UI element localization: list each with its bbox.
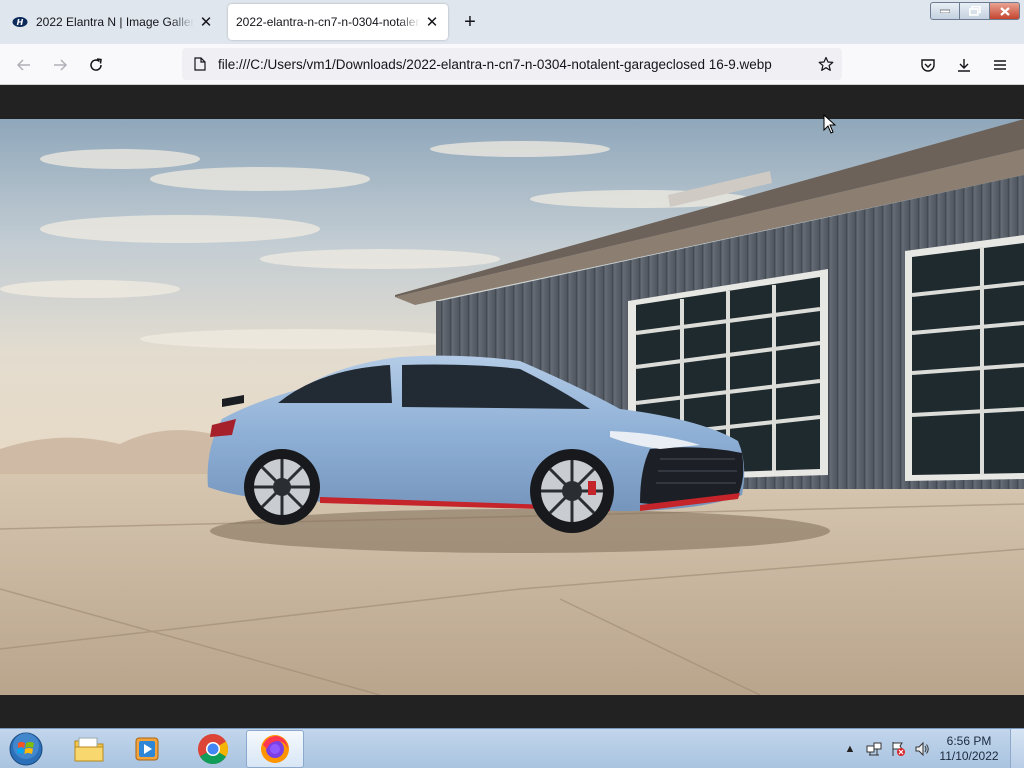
car-photo[interactable] (0, 119, 1024, 695)
tab-image-file[interactable]: 2022-elantra-n-cn7-n-0304-notalent-garag… (228, 4, 448, 40)
restore-button[interactable] (960, 2, 990, 20)
mouse-cursor-icon (823, 114, 837, 134)
tab-strip: H 2022 Elantra N | Image Gallery & Video… (0, 0, 1024, 44)
tab-title: 2022-elantra-n-cn7-n-0304-notalent-garag… (236, 15, 420, 29)
bookmark-star-icon[interactable] (816, 54, 836, 74)
taskbar-clock[interactable]: 6:56 PM 11/10/2022 (934, 734, 1004, 764)
firefox-icon[interactable] (246, 730, 304, 768)
tab-hyundai-gallery[interactable]: H 2022 Elantra N | Image Gallery & Video… (4, 4, 222, 40)
start-orb-icon[interactable] (6, 730, 46, 768)
navigation-toolbar: file:///C:/Users/vm1/Downloads/2022-elan… (0, 44, 1024, 85)
windows-taskbar: ▲ 6:56 PM 11/10/2022 (0, 728, 1024, 768)
volume-icon[interactable] (912, 739, 932, 759)
action-center-flag-icon[interactable] (888, 739, 908, 759)
tab-title: 2022 Elantra N | Image Gallery & Videos … (36, 15, 194, 29)
pocket-icon[interactable] (914, 52, 942, 78)
image-viewer (0, 85, 1024, 728)
forward-icon[interactable] (46, 52, 74, 78)
system-tray: ▲ 6:56 PM 11/10/2022 (838, 729, 1024, 768)
hyundai-logo-icon: H (12, 14, 28, 30)
reload-icon[interactable] (82, 52, 110, 78)
network-icon[interactable] (864, 739, 884, 759)
show-desktop-button[interactable] (1010, 729, 1024, 768)
clock-time: 6:56 PM (946, 733, 992, 748)
plus-icon[interactable]: + (458, 10, 482, 34)
show-hidden-icons-icon[interactable]: ▲ (840, 739, 860, 759)
close-tab-icon[interactable]: ✕ (424, 14, 440, 31)
svg-text:H: H (17, 18, 24, 27)
url-text[interactable]: file:///C:/Users/vm1/Downloads/2022-elan… (218, 57, 816, 72)
back-icon[interactable] (10, 52, 38, 78)
minimize-button[interactable] (930, 2, 960, 20)
menu-icon[interactable] (986, 52, 1014, 78)
clock-date: 11/10/2022 (939, 748, 999, 763)
chrome-icon[interactable] (184, 730, 242, 768)
close-tab-icon[interactable]: ✕ (198, 14, 214, 31)
address-bar[interactable]: file:///C:/Users/vm1/Downloads/2022-elan… (182, 48, 842, 80)
close-window-button[interactable] (990, 2, 1020, 20)
explorer-icon[interactable] (60, 730, 118, 768)
media-player-icon[interactable] (118, 730, 176, 768)
download-icon[interactable] (950, 52, 978, 78)
page-icon (192, 56, 208, 72)
window-caption-buttons (930, 2, 1020, 20)
